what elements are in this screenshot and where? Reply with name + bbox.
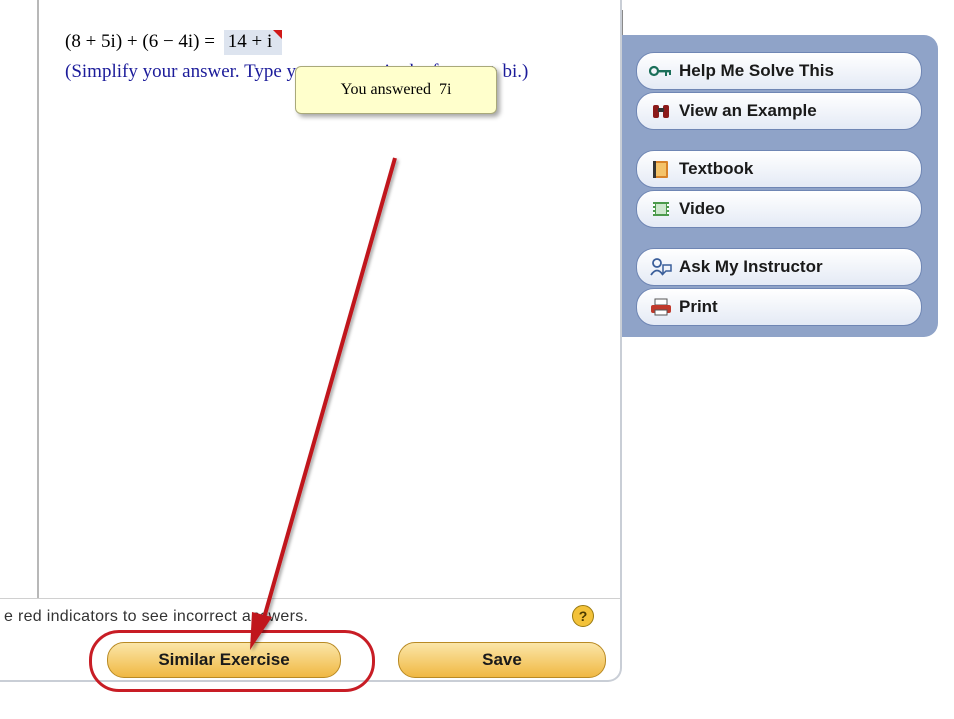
- status-bar: e red indicators to see incorrect answer…: [0, 598, 620, 629]
- textbook-label: Textbook: [679, 159, 754, 178]
- save-button[interactable]: Save: [398, 642, 606, 678]
- film-icon: [649, 199, 673, 219]
- view-example-label: View an Example: [679, 101, 817, 120]
- print-label: Print: [679, 297, 718, 316]
- ask-instructor-button[interactable]: Ask My Instructor: [636, 248, 922, 286]
- answer-input[interactable]: 14 + i: [223, 30, 283, 55]
- tooltip-label: You answered: [340, 81, 431, 98]
- answer-value: 14 + i: [227, 31, 273, 52]
- tooltip-value: 7i: [438, 81, 452, 98]
- print-button[interactable]: Print: [636, 288, 922, 326]
- sidebar: Help Me Solve This View an Example Textb…: [622, 35, 938, 337]
- help-icon[interactable]: ?: [572, 605, 594, 627]
- status-text: e red indicators to see incorrect answer…: [4, 608, 309, 625]
- book-icon: [649, 159, 673, 179]
- video-label: Video: [679, 199, 725, 218]
- textbook-button[interactable]: Textbook: [636, 150, 922, 188]
- person-icon: [649, 257, 673, 277]
- key-icon: [649, 61, 673, 81]
- incorrect-indicator: [273, 30, 283, 39]
- help-me-solve-label: Help Me Solve This: [679, 61, 834, 80]
- printer-icon: [649, 297, 673, 317]
- help-me-solve-button[interactable]: Help Me Solve This: [636, 52, 922, 90]
- left-rule: [37, 0, 39, 598]
- ask-instructor-label: Ask My Instructor: [679, 257, 823, 276]
- view-example-button[interactable]: View an Example: [636, 92, 922, 130]
- video-button[interactable]: Video: [636, 190, 922, 228]
- equation-row: (8 + 5i) + (6 − 4i) = 14 + i: [65, 30, 283, 55]
- binoculars-icon: [649, 101, 673, 121]
- answer-tooltip: You answered 7i: [295, 66, 497, 114]
- similar-exercise-button[interactable]: Similar Exercise: [107, 642, 341, 678]
- equation-expression: (8 + 5i) + (6 − 4i) =: [65, 31, 215, 52]
